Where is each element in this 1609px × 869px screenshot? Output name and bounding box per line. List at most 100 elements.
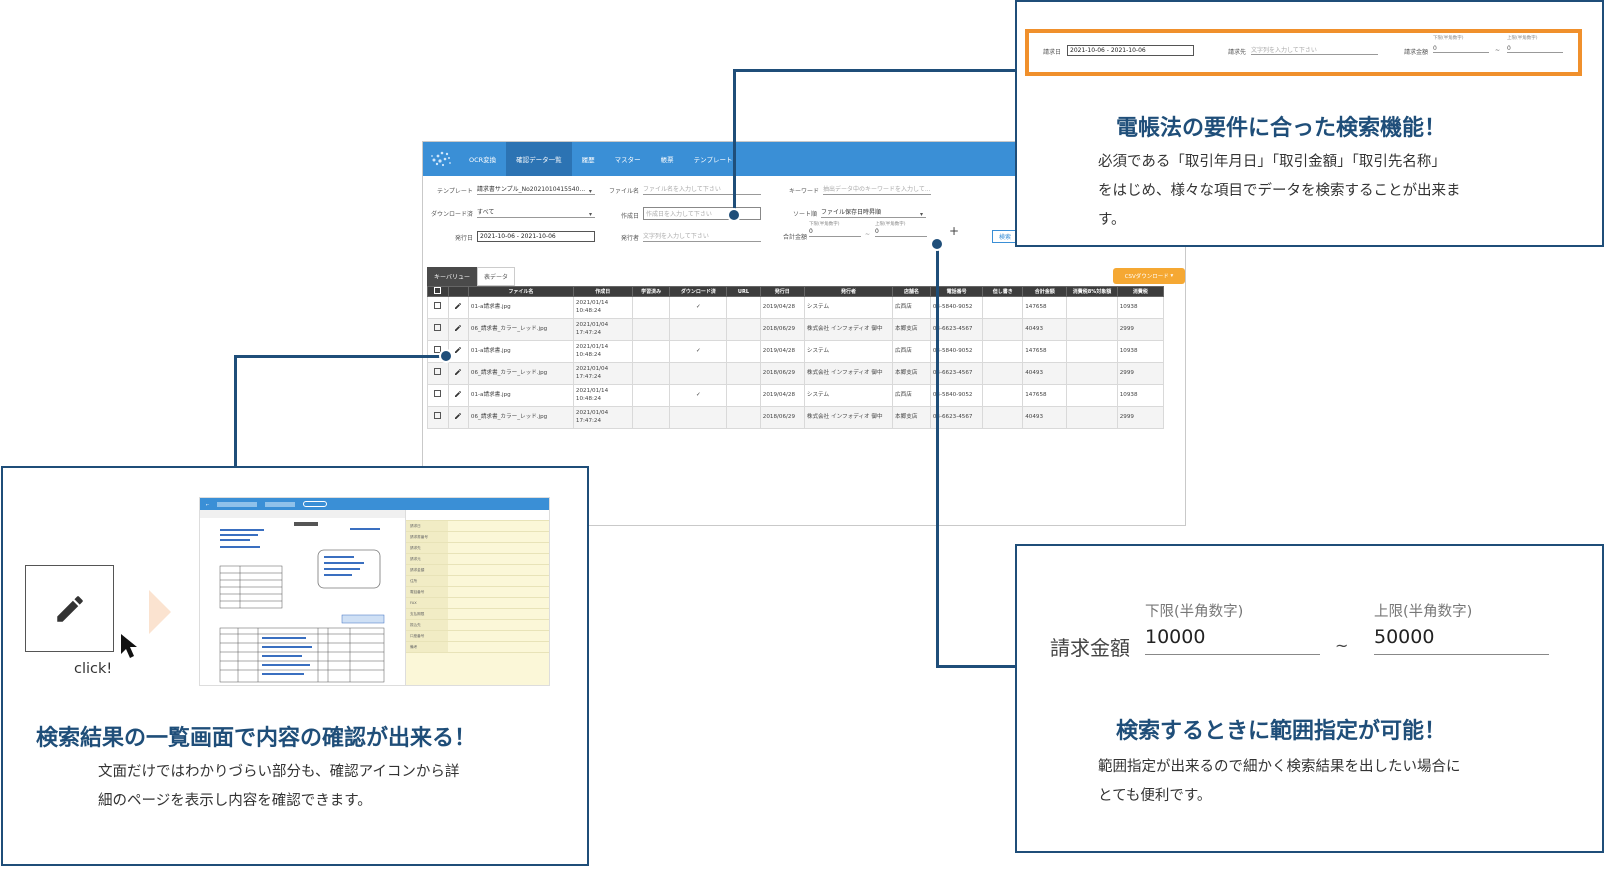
table-row[interactable]: 06_請求書_カラー_レッド.jpg 2021/01/04 17:47:24 201… xyxy=(427,406,1165,429)
download-filter[interactable]: ダウンロード済 すべて ▾ xyxy=(431,207,596,218)
strip-upper-input[interactable]: 0 xyxy=(1507,45,1563,53)
panel-key: FAX xyxy=(406,598,448,608)
total-lower-input[interactable]: 0 xyxy=(809,228,861,237)
row-checkbox[interactable] xyxy=(434,324,442,332)
column-header[interactable]: URL xyxy=(726,286,761,297)
download-select[interactable]: すべて xyxy=(477,207,596,218)
total-upper-input[interactable]: 0 xyxy=(875,228,927,237)
panel-key: 口座番号 xyxy=(406,631,448,641)
select-all-checkbox[interactable] xyxy=(434,287,442,294)
range-sep: ~ xyxy=(865,231,871,238)
row-checkbox[interactable] xyxy=(434,368,442,376)
issue-date-input[interactable]: 2021-10-06 - 2021-10-06 xyxy=(477,231,596,242)
connector-line xyxy=(234,355,446,358)
pencil-icon[interactable] xyxy=(454,368,462,376)
column-header[interactable] xyxy=(447,286,469,297)
table-row[interactable]: 01-a請求書.jpg 2021/01/14 10:48:24 ✓ 2019/04/2… xyxy=(427,340,1165,363)
column-header[interactable]: 消費税 xyxy=(1116,286,1165,297)
range-upper-input[interactable]: 50000 xyxy=(1374,626,1549,655)
column-header[interactable]: 但し書き xyxy=(982,286,1024,297)
table-cell: システム xyxy=(803,384,894,407)
table-cell: 2999 xyxy=(1116,318,1165,341)
column-header[interactable] xyxy=(427,286,449,297)
desc-line: 細のページを表示し内容を確認できます。 xyxy=(98,793,372,809)
app-logo xyxy=(423,142,459,176)
strip-date-input[interactable]: 2021-10-06 - 2021-10-06 xyxy=(1067,45,1194,56)
table-cell: 2999 xyxy=(1116,362,1165,385)
pencil-icon[interactable] xyxy=(454,346,462,354)
edit-cell[interactable] xyxy=(447,318,469,341)
row-select-cell[interactable] xyxy=(427,362,449,385)
callout-range-search: 下限(半角数字) 上限(半角数字) 請求金額 10000 ~ 50000 検索す… xyxy=(1015,544,1604,853)
nav-confirm-list[interactable]: 確認データ一覧 xyxy=(506,142,572,176)
table-row[interactable]: 01-a請求書.jpg 2021/01/14 10:48:24 ✓ 2019/04/2… xyxy=(427,296,1165,319)
column-header[interactable]: 合計金額 xyxy=(1022,286,1068,297)
keyword-filter[interactable]: キーワード 抽出データ中のキーワードを入力して... xyxy=(789,184,931,195)
table-cell: 06_請求書_カラー_レッド.jpg xyxy=(467,318,574,341)
table-cell: 01-a請求書.jpg xyxy=(467,340,574,363)
confirm-edit-button[interactable] xyxy=(25,565,114,652)
strip-to-input[interactable]: 文字列を入力して下さい xyxy=(1251,45,1378,55)
column-header[interactable]: 店舗名 xyxy=(892,286,931,297)
column-header[interactable]: 発行日 xyxy=(759,286,805,297)
issuer-filter[interactable]: 発行者 文字列を入力して下さい xyxy=(621,231,762,242)
flow-arrow-icon xyxy=(149,590,171,634)
sort-filter[interactable]: ソート順 ファイル保存日時昇順 ▾ xyxy=(793,207,927,218)
row-select-cell[interactable] xyxy=(427,384,449,407)
table-cell xyxy=(631,318,671,341)
column-header[interactable]: 学習済み xyxy=(631,286,671,297)
pencil-icon[interactable] xyxy=(454,412,462,420)
row-checkbox[interactable] xyxy=(434,302,442,310)
edit-cell[interactable] xyxy=(447,384,469,407)
row-checkbox[interactable] xyxy=(434,390,442,398)
csv-download-label: CSVダウンロード xyxy=(1124,274,1169,280)
strip-lower-input[interactable]: 0 xyxy=(1433,45,1489,53)
row-checkbox[interactable] xyxy=(434,412,442,420)
table-cell xyxy=(631,384,671,407)
row-select-cell[interactable] xyxy=(427,406,449,429)
pencil-icon[interactable] xyxy=(454,302,462,310)
add-condition-button[interactable]: + xyxy=(949,224,959,238)
column-header[interactable]: 作成日 xyxy=(572,286,633,297)
sort-select[interactable]: ファイル保存日時昇順 xyxy=(821,207,927,218)
csv-download-button[interactable]: CSVダウンロード ▾ xyxy=(1113,268,1185,284)
nav-master[interactable]: マスター xyxy=(605,142,651,176)
panel-row: 請求日 xyxy=(406,521,549,532)
edit-cell[interactable] xyxy=(447,406,469,429)
template-select[interactable]: 請求書サンプル_No2021010415540... xyxy=(476,184,595,195)
keyword-input[interactable]: 抽出データ中のキーワードを入力して... xyxy=(823,184,931,195)
table-cell xyxy=(726,318,761,341)
nav-ocr[interactable]: OCR変換 xyxy=(459,142,506,176)
column-header[interactable]: 消費税8%対象額 xyxy=(1066,286,1118,297)
result-tabs: キーバリュー 表データ xyxy=(427,267,515,286)
tab-key-value[interactable]: キーバリュー xyxy=(427,267,477,286)
tab-table-data[interactable]: 表データ xyxy=(476,267,515,286)
nav-history[interactable]: 履歴 xyxy=(572,142,605,176)
nav-forms[interactable]: 帳票 xyxy=(651,142,684,176)
table-row[interactable]: 06_請求書_カラー_レッド.jpg 2021/01/04 17:47:24 201… xyxy=(427,362,1165,385)
filename-input[interactable]: ファイル名を入力して下さい xyxy=(643,184,762,195)
callout-left-title: 検索結果の一覧画面で内容の確認が出来る！ xyxy=(36,726,477,751)
strip-date-label: 請求日 xyxy=(1043,49,1062,56)
pencil-icon[interactable] xyxy=(454,390,462,398)
edit-cell[interactable] xyxy=(447,362,469,385)
table-row[interactable]: 06_請求書_カラー_レッド.jpg 2021/01/04 17:47:24 201… xyxy=(427,318,1165,341)
column-header[interactable]: ファイル名 xyxy=(467,286,574,297)
column-header[interactable]: 発行者 xyxy=(803,286,894,297)
created-input[interactable]: 作成日を入力して下さい xyxy=(643,207,762,220)
pencil-icon[interactable] xyxy=(454,324,462,332)
row-select-cell[interactable] xyxy=(427,318,449,341)
document-preview xyxy=(200,510,405,685)
column-header[interactable]: ダウンロード済 xyxy=(669,286,728,297)
row-select-cell[interactable] xyxy=(427,296,449,319)
template-filter[interactable]: テンプレート 請求書サンプル_No2021010415540... ▾ xyxy=(437,184,595,195)
callout-right-title: 検索するときに範囲指定が可能！ xyxy=(1116,719,1447,744)
table-cell: 10938 xyxy=(1116,340,1165,363)
range-lower-input[interactable]: 10000 xyxy=(1145,626,1320,655)
issue-date-filter[interactable]: 発行日 2021-10-06 - 2021-10-06 xyxy=(455,231,596,242)
table-cell: 株式会社 インフォディオ 御中 xyxy=(803,318,894,341)
table-row[interactable]: 01-a請求書.jpg 2021/01/14 10:48:24 ✓ 2019/04/2… xyxy=(427,384,1165,407)
filename-filter[interactable]: ファイル名 ファイル名を入力して下さい xyxy=(609,184,762,195)
edit-cell[interactable] xyxy=(447,296,469,319)
issuer-input[interactable]: 文字列を入力して下さい xyxy=(643,231,762,242)
